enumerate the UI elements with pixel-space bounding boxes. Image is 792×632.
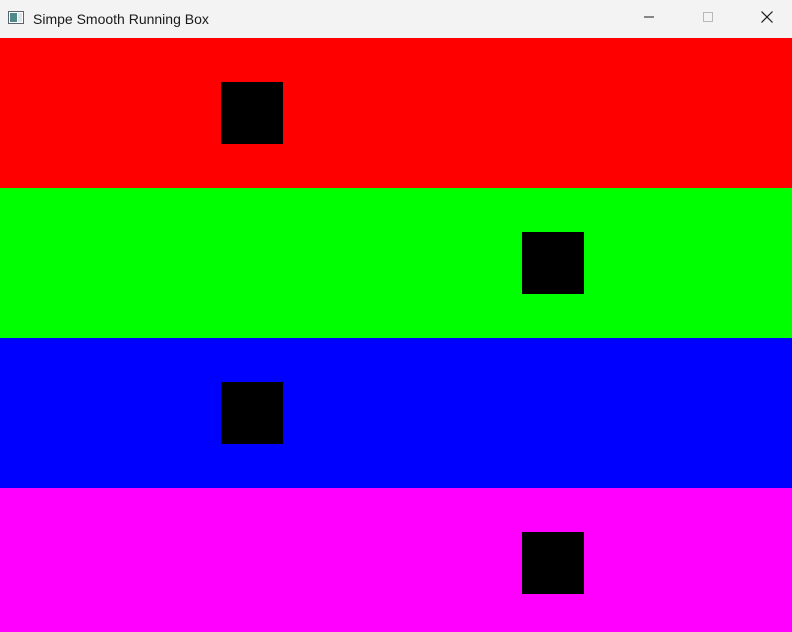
running-box: [522, 232, 584, 294]
red-band: [0, 38, 792, 188]
close-button[interactable]: [738, 0, 792, 38]
maximize-button[interactable]: [679, 0, 737, 38]
running-box: [221, 382, 283, 444]
minimize-icon: [643, 10, 655, 28]
green-band: [0, 188, 792, 338]
window-app-icon: [8, 11, 24, 24]
window-title: Simpe Smooth Running Box: [33, 11, 209, 27]
title-bar[interactable]: Simpe Smooth Running Box: [0, 0, 792, 38]
magenta-band: [0, 488, 792, 632]
minimize-button[interactable]: [620, 0, 678, 38]
running-box: [522, 532, 584, 594]
running-box: [221, 82, 283, 144]
blue-band: [0, 338, 792, 488]
close-icon: [760, 10, 774, 29]
drawing-canvas: [0, 38, 792, 632]
app-window: Simpe Smooth Running Box: [0, 0, 792, 632]
maximize-icon: [702, 10, 714, 28]
